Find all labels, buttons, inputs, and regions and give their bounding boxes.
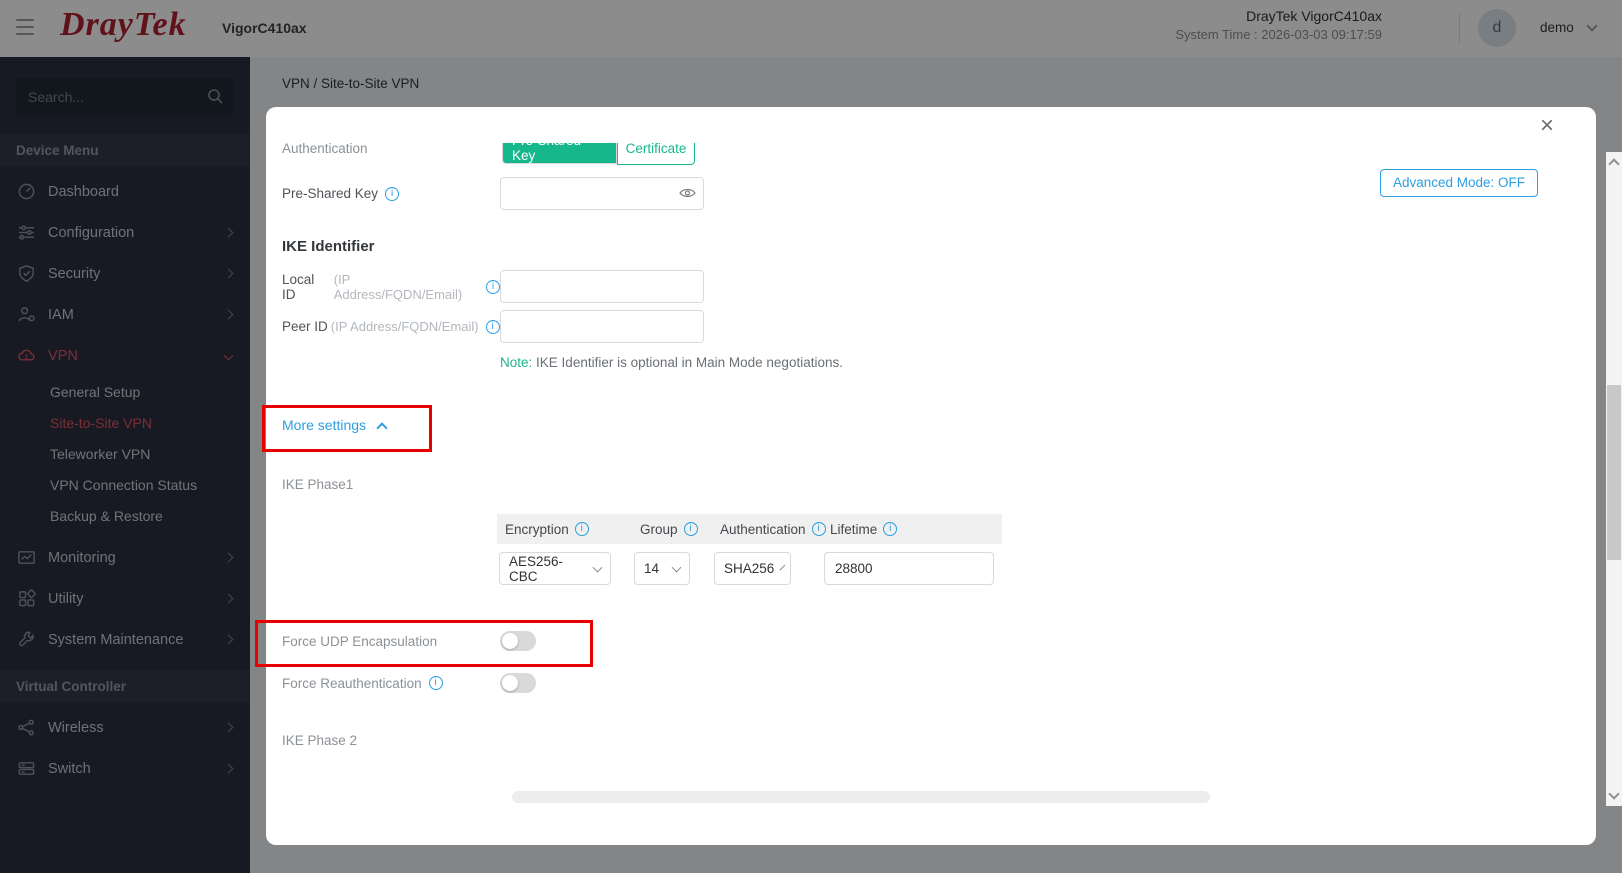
more-settings-label: More settings [282,417,367,433]
col-lifetime: Lifetime [830,521,878,537]
info-icon[interactable]: i [385,186,400,201]
ike-note: Note: IKE Identifier is optional in Main… [266,355,1596,370]
force-udp-label: Force UDP Encapsulation [282,633,438,649]
vertical-scrollbar[interactable] [1606,152,1622,806]
ike-phase1-heading: IKE Phase1 [282,477,354,492]
group-value: 14 [644,561,660,576]
force-udp-toggle[interactable] [500,631,536,651]
col-authentication: Authentication [720,521,806,537]
col-encryption: Encryption [505,521,569,537]
info-icon[interactable]: i [683,522,698,536]
info-icon[interactable]: i [883,522,898,536]
encryption-select[interactable]: AES256-CBC [499,552,611,585]
vpn-profile-modal: × Advanced Mode: OFF Authentication Pre-… [255,107,1596,845]
pre-shared-key-label: Pre-Shared Key [282,186,379,201]
ike-phase2-heading: IKE Phase 2 [282,733,358,748]
info-icon[interactable]: i [485,319,500,334]
info-icon[interactable]: i [574,522,589,536]
eye-icon[interactable] [679,187,696,199]
note-label: Note: [500,355,533,370]
ike-phase1-controls: AES256-CBC 14 SHA256 [497,552,1002,585]
local-id-input[interactable] [500,270,704,303]
horizontal-scrollbar[interactable] [512,791,1210,803]
tab-certificate[interactable]: Certificate [617,143,695,165]
chevron-down-icon [671,562,682,572]
chevron-down-icon [779,564,786,570]
scroll-down-icon[interactable] [1608,788,1620,800]
chevron-up-icon [376,421,388,434]
authentication-tabs: Pre-Shared Key Certificate [500,143,695,165]
info-icon[interactable]: i [486,279,500,294]
local-id-label: Local ID [282,271,315,302]
local-id-hint: (IP Address/FQDN/Email) [333,271,463,302]
peer-id-label: Peer ID [282,319,328,334]
advanced-mode-button[interactable]: Advanced Mode: OFF [1379,169,1538,197]
tab-pre-shared-key[interactable]: Pre-Shared Key [502,143,617,164]
col-group: Group [640,521,678,537]
ike-phase1-table-header: Encryption i Group i Authentication i Lifet… [497,514,1002,544]
ike-identifier-heading: IKE Identifier [282,238,375,255]
authentication-label: Authentication [282,143,368,156]
force-reauth-label: Force Reauthentication [282,675,422,691]
chevron-down-icon [592,562,603,572]
more-settings-toggle[interactable]: More settings [266,417,1596,434]
authentication-value: SHA256 [724,561,775,576]
scroll-up-icon[interactable] [1608,158,1620,170]
scrollbar-thumb[interactable] [1607,385,1621,560]
modal-body: Advanced Mode: OFF Authentication Pre-Sh… [266,143,1596,845]
lifetime-input[interactable] [824,552,994,585]
group-select[interactable]: 14 [634,552,690,585]
authentication-select[interactable]: SHA256 [714,552,791,585]
force-reauth-toggle[interactable] [500,673,536,693]
close-icon[interactable]: × [1534,113,1560,139]
encryption-value: AES256-CBC [509,553,564,584]
peer-id-input[interactable] [500,310,704,343]
peer-id-hint: (IP Address/FQDN/Email) [330,319,479,334]
note-text: IKE Identifier is optional in Main Mode … [536,355,843,370]
pre-shared-key-input[interactable] [500,177,704,210]
info-icon[interactable]: i [428,676,443,690]
